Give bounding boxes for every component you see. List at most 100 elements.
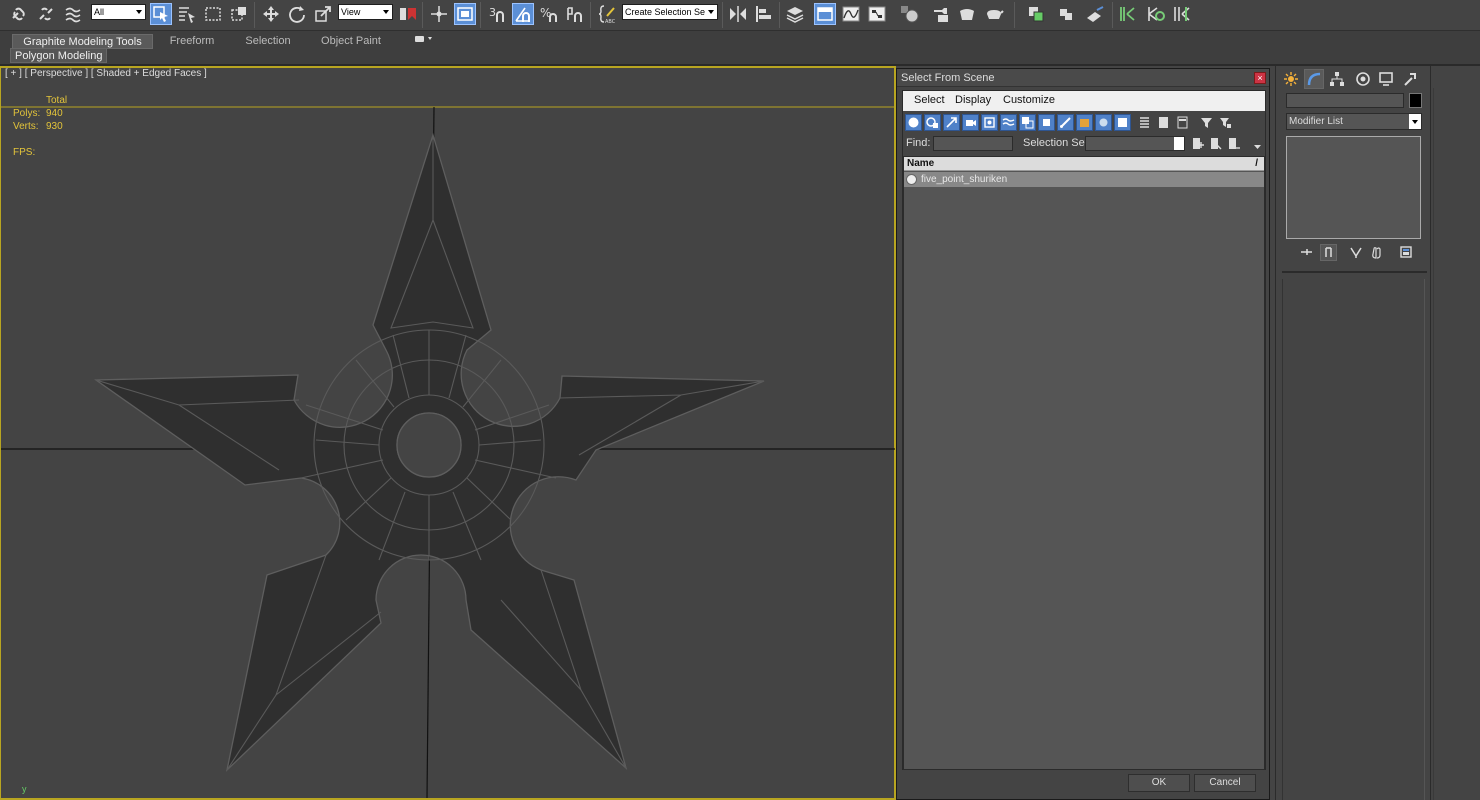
- mirror-icon[interactable]: [727, 3, 749, 25]
- align-icon[interactable]: [753, 3, 775, 25]
- container-icon[interactable]: [1025, 3, 1047, 25]
- scroll-strip[interactable]: [1430, 66, 1480, 800]
- window-crossing-icon[interactable]: [228, 3, 250, 25]
- curve-editor-icon[interactable]: [840, 3, 862, 25]
- snap-3d-icon[interactable]: 3: [486, 3, 508, 25]
- modifier-stack-toolbar: [1286, 244, 1422, 262]
- loop-icon[interactable]: [1145, 3, 1167, 25]
- create-icon[interactable]: [1281, 69, 1301, 89]
- hierarchy-icon[interactable]: [1327, 69, 1347, 89]
- remove-modifier-icon[interactable]: [1368, 244, 1385, 261]
- xrefs-filter-icon[interactable]: [1038, 114, 1055, 131]
- object-color-swatch[interactable]: [1409, 93, 1422, 108]
- groups-filter-icon[interactable]: [1019, 114, 1036, 131]
- ok-button[interactable]: OK: [1128, 774, 1190, 792]
- link-icon[interactable]: [8, 3, 30, 25]
- spinner-snap-icon[interactable]: [564, 3, 586, 25]
- cancel-button[interactable]: Cancel: [1194, 774, 1256, 792]
- lights-filter-icon[interactable]: [943, 114, 960, 131]
- menu-display[interactable]: Display: [955, 94, 991, 106]
- percent-snap-icon[interactable]: %: [538, 3, 560, 25]
- geometry-filter-icon[interactable]: [905, 114, 922, 131]
- rect-region-icon[interactable]: [202, 3, 224, 25]
- list-item[interactable]: five_point_shuriken: [904, 172, 1264, 187]
- display-all-icon[interactable]: [1136, 114, 1153, 131]
- motion-icon[interactable]: [1353, 69, 1373, 89]
- named-selection-set-combo[interactable]: Create Selection Se: [622, 4, 718, 20]
- make-unique-icon[interactable]: [1348, 244, 1365, 261]
- move-icon[interactable]: [260, 3, 282, 25]
- modifier-list-combo[interactable]: Modifier List: [1286, 113, 1422, 130]
- edit-named-sets-icon[interactable]: ABC: [596, 3, 618, 25]
- ribbon-options-icon[interactable]: [410, 34, 436, 49]
- ribbon-panel-polygon-modeling[interactable]: Polygon Modeling: [10, 48, 108, 63]
- tab-object-paint[interactable]: Object Paint: [318, 34, 384, 49]
- use-pivot-icon[interactable]: [396, 3, 418, 25]
- column-header-label: Name: [907, 158, 935, 169]
- ring-icon[interactable]: [1171, 3, 1193, 25]
- rotate-icon[interactable]: [286, 3, 308, 25]
- rendered-frame-icon[interactable]: [956, 3, 978, 25]
- close-icon[interactable]: ×: [1254, 72, 1266, 84]
- modifier-stack[interactable]: [1286, 136, 1421, 239]
- scale-icon[interactable]: [312, 3, 334, 25]
- containers-filter-icon[interactable]: [1076, 114, 1093, 131]
- find-input[interactable]: [933, 136, 1013, 151]
- select-manipulate-icon[interactable]: [428, 3, 450, 25]
- display-none-icon[interactable]: [1155, 114, 1172, 131]
- cameras-filter-icon[interactable]: [962, 114, 979, 131]
- expand-chevron-icon[interactable]: [1249, 138, 1266, 155]
- material-editor-icon[interactable]: [898, 3, 920, 25]
- display-icon[interactable]: [1376, 69, 1396, 89]
- render-setup-icon[interactable]: [929, 3, 951, 25]
- viewport-label[interactable]: [ + ] [ Perspective ] [ Shaded + Edged F…: [5, 68, 207, 79]
- keyboard-shortcut-icon[interactable]: [454, 3, 476, 25]
- pin-stack-icon[interactable]: [1298, 244, 1315, 261]
- layer-manager-icon[interactable]: [784, 3, 806, 25]
- tab-graphite-modeling-tools[interactable]: Graphite Modeling Tools: [12, 34, 153, 49]
- tab-selection[interactable]: Selection: [240, 34, 296, 49]
- utilities-icon[interactable]: [1400, 69, 1420, 89]
- modifier-list-label: Modifier List: [1289, 116, 1343, 127]
- create-selection-set-icon[interactable]: [1189, 135, 1206, 152]
- reference-coordinate-combo[interactable]: View: [338, 4, 393, 20]
- hidden-filter-icon[interactable]: [1114, 114, 1131, 131]
- space-warps-filter-icon[interactable]: [1000, 114, 1017, 131]
- bones-filter-icon[interactable]: [1057, 114, 1074, 131]
- dialog-title[interactable]: Select From Scene: [897, 69, 1269, 87]
- stats-value: 940: [46, 108, 63, 119]
- object-paint-icon[interactable]: [1055, 3, 1077, 25]
- add-to-selection-set-icon[interactable]: [1207, 135, 1224, 152]
- tab-freeform[interactable]: Freeform: [163, 34, 221, 49]
- unlink-icon[interactable]: [35, 3, 57, 25]
- select-object-icon[interactable]: [150, 3, 172, 25]
- select-by-name-icon[interactable]: [176, 3, 198, 25]
- column-header-name[interactable]: Name /: [904, 157, 1264, 171]
- menu-select[interactable]: Select: [914, 94, 945, 106]
- selection-set-combo[interactable]: [1085, 136, 1185, 151]
- graphite-toggle-icon[interactable]: [814, 3, 836, 25]
- configure-modifier-sets-icon[interactable]: [1398, 244, 1415, 261]
- helpers-filter-icon[interactable]: [981, 114, 998, 131]
- axis-tripod-label: y: [22, 784, 27, 794]
- geometry-object-icon: [906, 174, 917, 185]
- schematic-view-icon[interactable]: [866, 3, 888, 25]
- bind-space-warp-icon[interactable]: [62, 3, 84, 25]
- selection-filter-combo[interactable]: All: [91, 4, 146, 20]
- remove-from-selection-set-icon[interactable]: [1225, 135, 1242, 152]
- shapes-filter-icon[interactable]: [924, 114, 941, 131]
- reset-xform-icon[interactable]: [1117, 3, 1139, 25]
- brush-icon[interactable]: [1084, 3, 1106, 25]
- modify-icon[interactable]: [1304, 69, 1324, 89]
- display-invert-icon[interactable]: [1174, 114, 1191, 131]
- shuriken-mesh[interactable]: [94, 132, 765, 772]
- render-icon[interactable]: [983, 3, 1005, 25]
- filter-options-icon[interactable]: [1217, 114, 1234, 131]
- show-end-result-icon[interactable]: [1320, 244, 1337, 261]
- named-selection-set-value: Create Selection Se: [625, 7, 706, 17]
- frozen-filter-icon[interactable]: [1095, 114, 1112, 131]
- angle-snap-icon[interactable]: [512, 3, 534, 25]
- object-name-field[interactable]: [1286, 93, 1404, 108]
- filter-icon[interactable]: [1198, 114, 1215, 131]
- menu-customize[interactable]: Customize: [1003, 94, 1055, 106]
